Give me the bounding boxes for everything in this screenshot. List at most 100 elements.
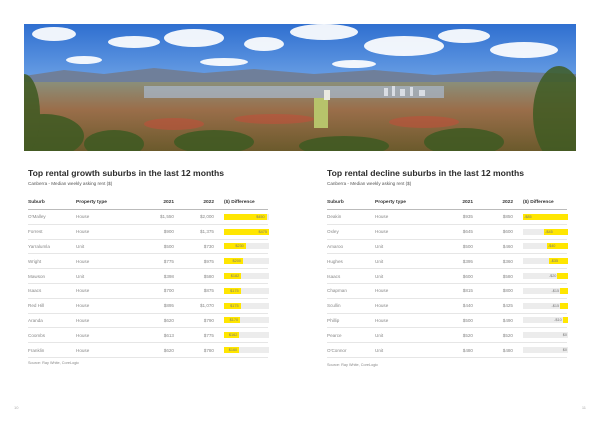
- header-2022: 2022: [180, 200, 220, 210]
- year-2022-cell: $580: [479, 268, 519, 284]
- difference-value: $160: [228, 348, 238, 353]
- difference-cell: -$40: [519, 239, 568, 255]
- difference-value: $0: [562, 333, 567, 338]
- property-type-cell: Unit: [375, 253, 435, 270]
- table-row: Wright House $775 $975 $200: [28, 253, 269, 270]
- table-row: Phillip House $500 $490 -$10: [327, 313, 568, 329]
- difference-bar-track: -$15: [523, 287, 568, 294]
- difference-value: $170: [229, 318, 239, 323]
- table-row: Oxley House $645 $600 -$45: [327, 224, 568, 240]
- header-difference: ($) Difference: [220, 200, 268, 210]
- difference-value: $175: [230, 288, 239, 293]
- difference-cell: -$15: [519, 298, 568, 314]
- year-2021-cell: $700: [136, 283, 180, 299]
- suburb-cell: Chapman: [327, 283, 375, 299]
- growth-table: Suburb Property type 2021 2022 ($) Diffe…: [28, 200, 269, 358]
- difference-value: $182: [230, 274, 240, 279]
- growth-source-note: Source: Ray White, CoreLogic: [28, 361, 80, 365]
- year-2022-cell: $2,000: [180, 209, 220, 225]
- decline-panel: Top rental decline suburbs in the last 1…: [327, 168, 575, 358]
- decline-table-body: Deakin House $935 $850 -$85 Oxley House $645 $60…: [327, 209, 568, 358]
- suburb-cell: Franklin: [28, 342, 76, 358]
- growth-title: Top rental growth suburbs in the last 12…: [28, 168, 225, 178]
- header-suburb: Suburb: [327, 200, 375, 210]
- property-type-cell: Unit: [375, 239, 435, 255]
- suburb-cell: Wright: [28, 253, 76, 270]
- suburb-cell: Oxley: [327, 224, 375, 240]
- difference-bar-track: -$35: [523, 258, 568, 265]
- table-row: Red Hill House $895 $1,070 $175: [28, 298, 269, 314]
- table-row: Scullin House $440 $425 -$15: [327, 298, 568, 314]
- property-type-cell: House: [76, 342, 136, 358]
- property-type-cell: House: [76, 209, 136, 225]
- year-2021-cell: $935: [435, 209, 479, 225]
- year-2021-cell: $480: [435, 342, 479, 358]
- year-2021-cell: $500: [136, 239, 180, 255]
- decline-subtitle: Canberra - Median weekly asking rent ($): [327, 181, 412, 186]
- difference-cell: -$10: [519, 313, 568, 329]
- difference-cell: $160: [220, 342, 269, 358]
- suburb-cell: Amaroo: [327, 239, 375, 255]
- header-property-type: Property type: [76, 200, 136, 210]
- difference-value: -$85: [524, 214, 532, 219]
- hero-panorama-image: [24, 24, 576, 151]
- header-suburb: Suburb: [28, 200, 76, 210]
- suburb-cell: Mawson: [28, 268, 76, 284]
- table-row: Isaacs House $700 $875 $175: [28, 283, 269, 299]
- year-2022-cell: $425: [479, 298, 519, 314]
- property-type-cell: House: [76, 298, 136, 314]
- suburb-cell: Coombs: [28, 327, 76, 344]
- property-type-cell: House: [375, 298, 435, 314]
- difference-value: $475: [258, 229, 267, 234]
- difference-cell: $175: [220, 283, 269, 299]
- difference-cell: $170: [220, 313, 269, 329]
- year-2022-cell: $780: [180, 342, 220, 358]
- difference-bar-track: -$20: [523, 273, 568, 280]
- suburb-cell: Deakin: [327, 209, 375, 225]
- difference-value: $200: [232, 259, 241, 264]
- property-type-cell: House: [375, 313, 435, 329]
- difference-value: -$45: [545, 229, 553, 234]
- year-2021-cell: $900: [136, 224, 180, 240]
- year-2022-cell: $850: [479, 209, 519, 225]
- suburb-cell: Forrest: [28, 224, 76, 240]
- header-difference: ($) Difference: [519, 200, 567, 210]
- suburb-cell: O'Connor: [327, 342, 375, 358]
- year-2022-cell: $490: [479, 313, 519, 329]
- table-row: Isaacs Unit $600 $580 -$20: [327, 268, 568, 284]
- difference-bar-track: -$10: [523, 317, 568, 324]
- property-type-cell: Unit: [375, 342, 435, 358]
- header-2021: 2021: [435, 200, 479, 210]
- table-row: Mawson Unit $398 $580 $182: [28, 268, 269, 284]
- suburb-cell: Isaacs: [327, 268, 375, 284]
- property-type-cell: House: [76, 253, 136, 270]
- difference-value: -$10: [554, 318, 562, 323]
- difference-value: $450: [256, 214, 265, 219]
- year-2021-cell: $613: [136, 327, 180, 344]
- year-2022-cell: $600: [479, 224, 519, 240]
- suburb-cell: Phillip: [327, 313, 375, 329]
- year-2022-cell: $1,375: [180, 224, 220, 240]
- year-2022-cell: $730: [180, 239, 220, 255]
- difference-value: -$40: [547, 244, 556, 249]
- difference-bar-track: $0: [523, 347, 568, 354]
- year-2021-cell: $600: [435, 268, 479, 284]
- table-row: O'Malley House $1,550 $2,000 $450: [28, 209, 269, 225]
- difference-cell: -$35: [519, 253, 568, 270]
- difference-cell: $200: [220, 253, 269, 270]
- difference-bar-track: -$85: [523, 213, 568, 220]
- difference-cell: $230: [220, 239, 269, 255]
- property-type-cell: House: [76, 327, 136, 344]
- year-2021-cell: $895: [136, 298, 180, 314]
- difference-bar-track: $450: [224, 213, 269, 220]
- suburb-cell: Isaacs: [28, 283, 76, 299]
- year-2022-cell: $580: [180, 268, 220, 284]
- difference-cell: $175: [220, 298, 269, 314]
- suburb-cell: Hughes: [327, 253, 375, 270]
- year-2021-cell: $815: [435, 283, 479, 299]
- difference-cell: -$45: [519, 224, 568, 240]
- year-2022-cell: $975: [180, 253, 220, 270]
- difference-cell: -$20: [519, 268, 568, 284]
- difference-bar: [562, 317, 568, 324]
- suburb-cell: Red Hill: [28, 298, 76, 314]
